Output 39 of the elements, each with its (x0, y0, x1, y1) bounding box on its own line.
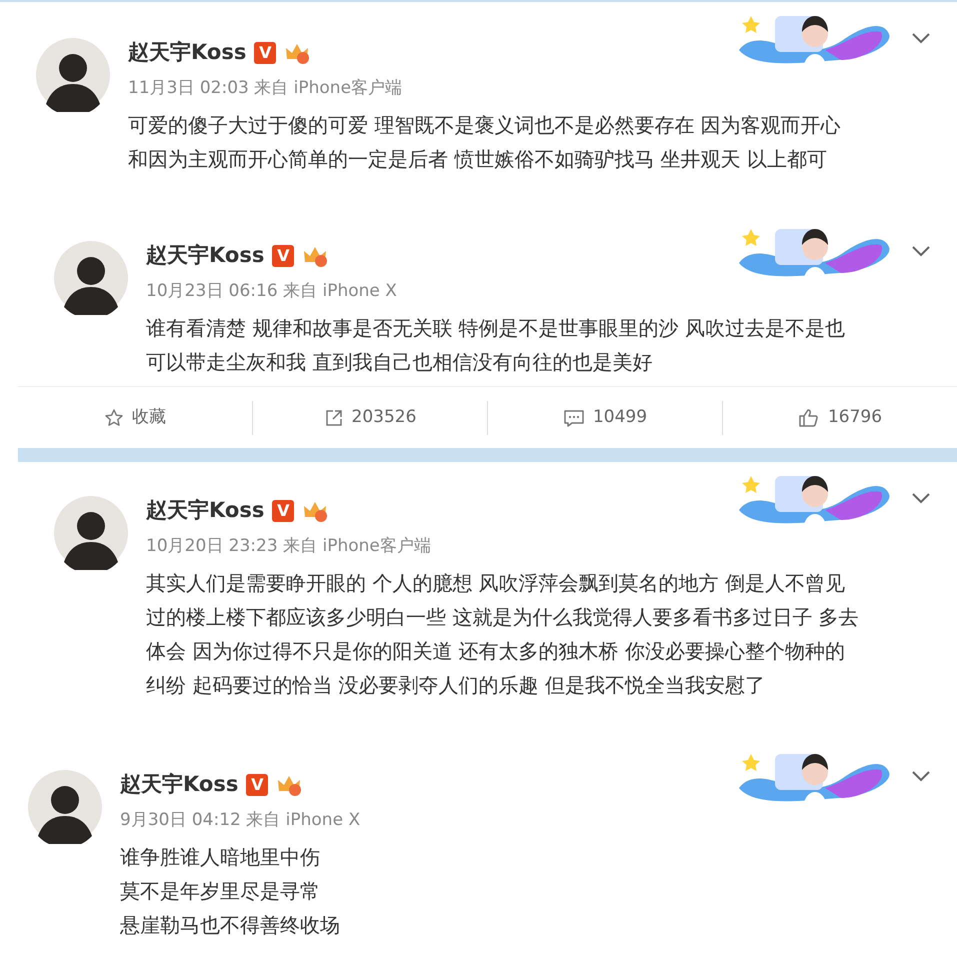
repost-button[interactable]: 203526 (324, 404, 416, 430)
post-time: 10月23日 06:16 来自 iPhone X (146, 280, 398, 303)
thumbs-up-icon (798, 408, 820, 428)
favorite-button[interactable]: 收藏 (104, 404, 166, 430)
post-text: 谁有看清楚 规律和故事是否无关联 特例是不是世事眼里的沙 风吹过去是不是也 (146, 314, 846, 342)
verified-badge: V (254, 42, 276, 64)
post-text: 悬崖勒马也不得善终收场 (120, 912, 341, 938)
post-text: 和因为主观而开心简单的一定是后者 愤世嫉俗不如骑驴找马 坐井观天 以上都可 (128, 146, 828, 172)
avatar-icon (36, 38, 110, 112)
post-time: 9月30日 04:12 来自 iPhone X (120, 809, 360, 832)
post-time: 10月20日 23:23 来自 iPhone客户端 (146, 535, 432, 558)
post-text: 可爱的傻子大过于傻的可爱 理智既不是褒义词也不是必然要存在 因为客观而开心 (128, 112, 841, 138)
author-name[interactable]: 赵天宇Koss (120, 769, 238, 801)
author-name[interactable]: 赵天宇Koss (128, 37, 246, 69)
star-icon (104, 408, 124, 428)
verified-badge: V (246, 774, 268, 796)
chevron-down-icon[interactable] (911, 32, 931, 44)
chevron-down-icon[interactable] (911, 492, 931, 504)
verified-badge: V (272, 500, 294, 522)
author-name[interactable]: 赵天宇Koss (146, 495, 264, 527)
post-text: 体会 因为你过得不只是你的阳关道 还有太多的独木桥 你没必要操心整个物种的 (146, 638, 846, 664)
like-button[interactable]: 16796 (798, 404, 882, 430)
post-text: 过的楼上楼下都应该多少明白一些 这就是为什么我觉得人要多看书多过日子 多去 (146, 604, 859, 630)
comment-button[interactable]: 10499 (562, 404, 648, 430)
avatar-icon (28, 770, 102, 844)
avatar-icon (54, 496, 128, 570)
chevron-down-icon[interactable] (911, 245, 931, 257)
share-icon (324, 408, 344, 428)
author-name[interactable]: 赵天宇Koss (146, 240, 264, 272)
post-text: 莫不是年岁里尽是寻常 (120, 878, 321, 904)
comment-icon (562, 408, 585, 428)
post-text: 可以带走尘灰和我 直到我自己也相信没有向往的也是美好 (146, 348, 654, 376)
avatar-icon (54, 241, 128, 315)
post-text: 纠纷 起码要过的恰当 没必要剥夺人们的乐趣 但是我不悦全当我安慰了 (146, 672, 766, 698)
chevron-down-icon[interactable] (911, 770, 931, 782)
post-time: 11月3日 02:03 来自 iPhone客户端 (128, 77, 404, 100)
post-text: 谁争胜谁人暗地里中伤 (120, 844, 321, 870)
post-text: 其实人们是需要睁开眼的 个人的臆想 风吹浮萍会飘到莫名的地方 倒是人不曾见 (146, 570, 846, 596)
verified-badge: V (272, 245, 294, 267)
